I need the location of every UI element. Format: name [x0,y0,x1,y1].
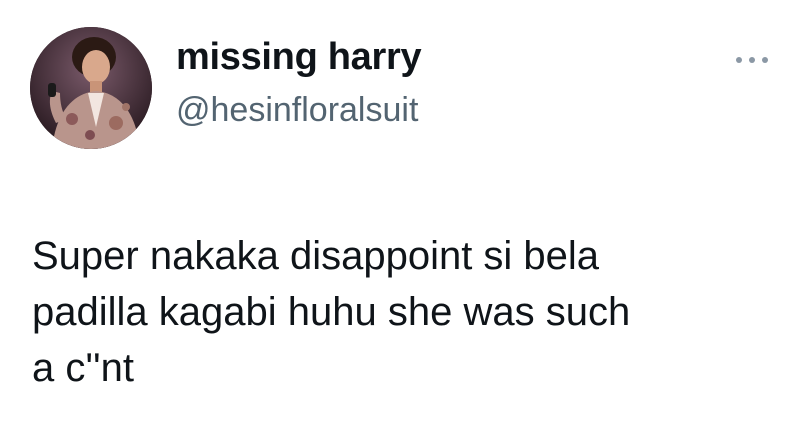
tweet-text-line: padilla kagabi huhu she was such [32,290,631,334]
tweet-text-line: Super nakaka disappoint si bela [32,234,600,278]
more-options-button[interactable] [732,48,772,72]
display-name[interactable]: missing harry [176,38,422,76]
tweet-text: Super nakaka disappoint si bela padilla … [32,228,772,396]
avatar[interactable] [30,27,152,149]
user-handle[interactable]: @hesinfloralsuit [176,93,418,127]
tweet-text-line: a c''nt [32,346,134,390]
more-options-icon [736,57,768,63]
tweet-card: missing harry @hesinfloralsuit Super nak… [0,0,800,423]
profile-photo-icon [30,27,152,149]
